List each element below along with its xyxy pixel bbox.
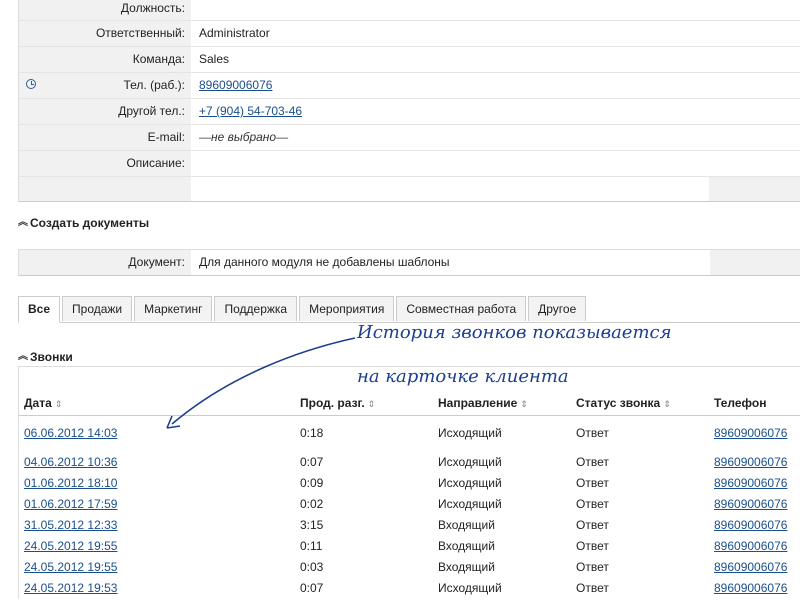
detail-value xyxy=(191,0,800,20)
call-duration: 0:03 xyxy=(300,560,324,574)
call-direction: Исходящий xyxy=(438,455,502,469)
call-phone-link[interactable]: 89609006076 xyxy=(714,518,787,532)
collapse-chevron-icon[interactable]: ︽ xyxy=(18,208,28,238)
call-phone-link[interactable]: 89609006076 xyxy=(714,581,787,595)
tab-marketing[interactable]: Маркетинг xyxy=(134,296,213,321)
call-duration: 0:02 xyxy=(300,497,324,511)
tab-all[interactable]: Все xyxy=(18,296,61,323)
call-duration: 0:18 xyxy=(300,426,324,440)
documents-section-header[interactable]: ︽ Создать документы xyxy=(18,208,149,238)
contact-detail-panel: Должность: Ответственный: Administrator … xyxy=(18,0,800,202)
call-direction: Исходящий xyxy=(438,476,502,490)
call-duration: 0:11 xyxy=(300,539,323,553)
call-status: Ответ xyxy=(576,497,609,511)
detail-label: Другой тел.: xyxy=(19,99,191,124)
other-phone-link[interactable]: +7 (904) 54-703-46 xyxy=(199,104,302,118)
document-label: Документ: xyxy=(19,250,191,275)
table-row: 31.05.2012 12:33 3:15 Входящий Ответ 8960900… xyxy=(19,515,800,536)
call-date-link[interactable]: 31.05.2012 12:33 xyxy=(24,518,117,532)
call-phone-link[interactable]: 89609006076 xyxy=(714,539,787,553)
detail-label: Ответственный: xyxy=(19,21,191,46)
call-duration: 3:15 xyxy=(300,518,324,532)
detail-value xyxy=(191,151,800,176)
call-date-link[interactable]: 04.06.2012 10:36 xyxy=(24,455,117,469)
email-value: —не выбрано— xyxy=(199,130,289,144)
detail-row-work-phone: Тел. (раб.): 89609006076 xyxy=(19,73,800,99)
call-status: Ответ xyxy=(576,426,609,440)
detail-row-team: Команда: Sales xyxy=(19,47,800,73)
column-header-duration[interactable]: Прод. разг. ⇕ xyxy=(295,391,433,415)
call-duration: 0:07 xyxy=(300,581,324,595)
call-date-link[interactable]: 01.06.2012 18:10 xyxy=(24,476,117,490)
clock-icon[interactable] xyxy=(26,79,36,89)
detail-row-position: Должность: xyxy=(19,0,800,21)
call-status: Ответ xyxy=(576,518,609,532)
column-header-phone: Телефон xyxy=(714,396,767,410)
call-direction: Входящий xyxy=(438,560,495,574)
call-date-link[interactable]: 24.05.2012 19:53 xyxy=(24,581,117,595)
call-direction: Исходящий xyxy=(438,497,502,511)
detail-row-email: E-mail: —не выбрано— xyxy=(19,125,800,151)
calls-table-header: Дата ⇕ Прод. разг. ⇕ Направление ⇕ Статус з… xyxy=(19,391,800,416)
call-phone-link[interactable]: 89609006076 xyxy=(714,426,787,440)
table-row: 24.05.2012 19:55 0:11 Входящий Ответ 8960900… xyxy=(19,536,800,557)
call-direction: Исходящий xyxy=(438,581,502,595)
tab-collaboration[interactable]: Совместная работа xyxy=(396,296,527,321)
call-phone-link[interactable]: 89609006076 xyxy=(714,476,787,490)
detail-label: Команда: xyxy=(19,47,191,72)
detail-row-assigned: Ответственный: Administrator xyxy=(19,21,800,47)
column-header-status[interactable]: Статус звонка ⇕ xyxy=(571,391,709,415)
call-status: Ответ xyxy=(576,476,609,490)
call-status: Ответ xyxy=(576,455,609,469)
call-duration: 0:09 xyxy=(300,476,324,490)
table-row: 01.06.2012 18:10 0:09 Исходящий Ответ 896090… xyxy=(19,473,800,494)
tab-support[interactable]: Поддержка xyxy=(214,296,298,321)
call-status: Ответ xyxy=(576,560,609,574)
call-phone-link[interactable]: 89609006076 xyxy=(714,497,787,511)
table-row: 04.06.2012 10:36 0:07 Исходящий Ответ 896090… xyxy=(19,452,800,473)
column-header-direction[interactable]: Направление ⇕ xyxy=(433,391,571,415)
detail-label: Тел. (раб.): xyxy=(19,73,191,98)
sort-icon[interactable]: ⇕ xyxy=(663,399,671,409)
call-direction: Исходящий xyxy=(438,426,502,440)
call-phone-link[interactable]: 89609006076 xyxy=(714,455,787,469)
detail-value: Administrator xyxy=(199,26,270,40)
call-date-link[interactable]: 24.05.2012 19:55 xyxy=(24,560,117,574)
sort-icon[interactable]: ⇕ xyxy=(368,399,376,409)
table-row: 06.06.2012 14:03 0:18 Исходящий Ответ 896090… xyxy=(19,416,800,444)
tab-sales[interactable]: Продажи xyxy=(62,296,133,321)
detail-label: Должность: xyxy=(19,0,191,20)
activity-tabs: Все Продажи Маркетинг Поддержка Мероприя… xyxy=(18,296,800,323)
call-direction: Входящий xyxy=(438,518,495,532)
calls-table-body: 06.06.2012 14:03 0:18 Исходящий Ответ 896090… xyxy=(19,416,800,599)
detail-row-other-phone: Другой тел.: +7 (904) 54-703-46 xyxy=(19,99,800,125)
calls-table: Дата ⇕ Прод. разг. ⇕ Направление ⇕ Статус з… xyxy=(18,366,800,599)
call-duration: 0:07 xyxy=(300,455,324,469)
tab-events[interactable]: Мероприятия xyxy=(299,296,395,321)
call-phone-link[interactable]: 89609006076 xyxy=(714,560,787,574)
call-direction: Входящий xyxy=(438,539,495,553)
annotation-line-2: на карточке клиента xyxy=(357,366,569,387)
table-row: 01.06.2012 17:59 0:02 Исходящий Ответ 896090… xyxy=(19,494,800,515)
document-value: Для данного модуля не добавлены шаблоны xyxy=(199,255,450,269)
detail-label: E-mail: xyxy=(19,125,191,150)
call-date-link[interactable]: 01.06.2012 17:59 xyxy=(24,497,117,511)
table-row: 24.05.2012 19:53 0:07 Исходящий Ответ 896090… xyxy=(19,578,800,599)
detail-row-description: Описание: xyxy=(19,151,800,177)
table-row: 24.05.2012 19:55 0:03 Входящий Ответ 8960900… xyxy=(19,557,800,578)
sort-icon[interactable]: ⇕ xyxy=(55,399,63,409)
call-date-link[interactable]: 06.06.2012 14:03 xyxy=(24,426,117,440)
call-status: Ответ xyxy=(576,539,609,553)
sort-icon[interactable]: ⇕ xyxy=(520,399,528,409)
detail-value: Sales xyxy=(199,52,230,66)
detail-label: Описание: xyxy=(19,151,191,176)
tab-other[interactable]: Другое xyxy=(528,296,587,321)
documents-row: Документ: Для данного модуля не добавлен… xyxy=(18,249,800,276)
call-date-link[interactable]: 24.05.2012 19:55 xyxy=(24,539,117,553)
detail-footer-row xyxy=(19,177,800,202)
work-phone-link[interactable]: 89609006076 xyxy=(199,78,272,92)
annotation-line-1: История звонков показывается xyxy=(357,322,672,343)
call-status: Ответ xyxy=(576,581,609,595)
column-header-date[interactable]: Дата ⇕ xyxy=(19,391,295,415)
